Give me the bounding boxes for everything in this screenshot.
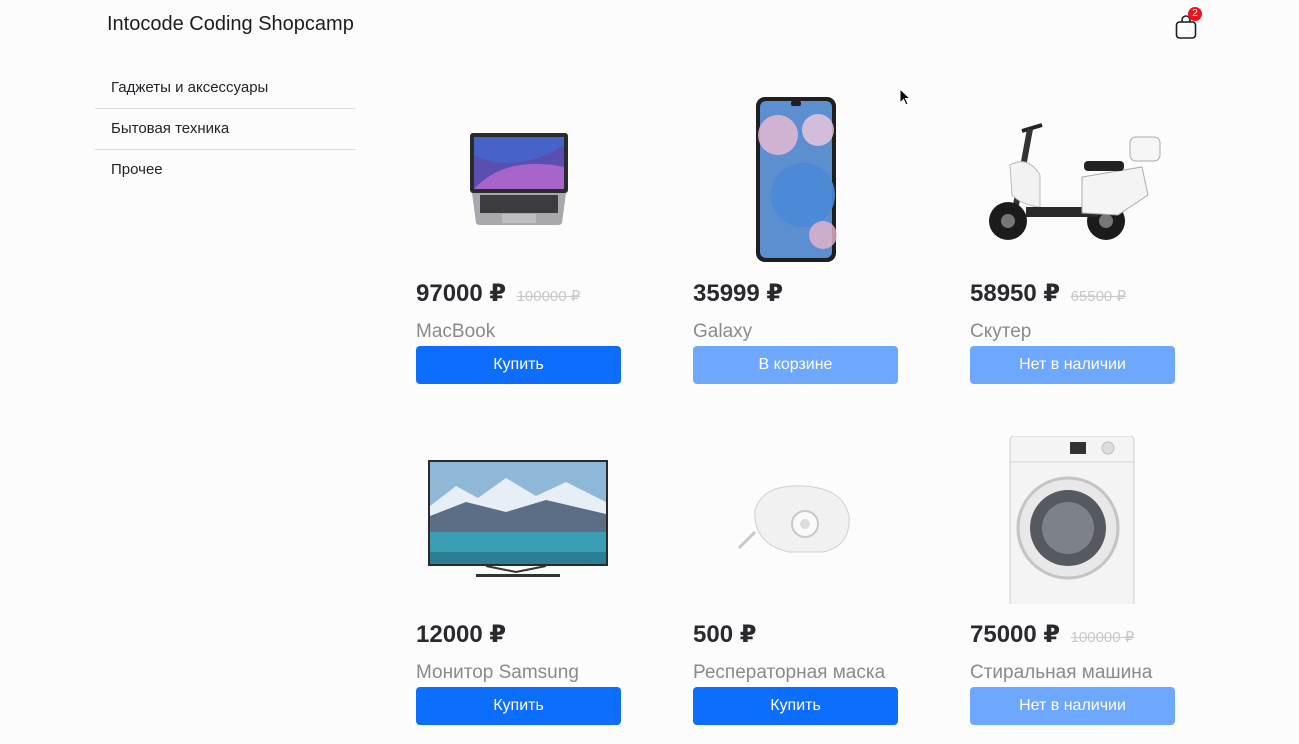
- product-price: 58950 ₽: [970, 280, 1061, 307]
- product-name: Скутер: [970, 321, 1032, 342]
- buy-button[interactable]: Купить: [416, 687, 621, 725]
- product-price: 500 ₽: [693, 621, 757, 648]
- category-sidebar: Гаджеты и аксессуары Бытовая техника Про…: [95, 68, 356, 190]
- mask-image: [693, 436, 898, 604]
- mouse-pointer-icon: [899, 88, 912, 106]
- product-price: 75000 ₽: [970, 621, 1061, 648]
- product-name: MacBook: [416, 321, 496, 342]
- brand-title[interactable]: Intocode Coding Shopcamp: [107, 13, 354, 36]
- buy-button[interactable]: Купить: [693, 687, 898, 725]
- washing-machine-image: [970, 435, 1175, 607]
- product-price: 12000 ₽: [416, 621, 507, 648]
- category-gadgets[interactable]: Гаджеты и аксессуары: [95, 68, 356, 109]
- out-of-stock-button[interactable]: Нет в наличии: [970, 346, 1175, 384]
- product-name: Монитор Samsung: [416, 662, 579, 683]
- product-old-price: 65500 ₽: [1070, 288, 1126, 305]
- cart-button[interactable]: 2: [1174, 7, 1202, 40]
- product-old-price: 100000 ₽: [1070, 629, 1135, 646]
- buy-button[interactable]: Купить: [416, 346, 621, 384]
- product-price: 97000 ₽: [416, 280, 507, 307]
- category-appliances[interactable]: Бытовая техника: [95, 109, 356, 150]
- galaxy-phone-image: [693, 95, 898, 263]
- tv-monitor-image: [416, 436, 621, 604]
- product-name: Galaxy: [693, 321, 753, 342]
- cart-count-badge: 2: [1188, 7, 1202, 21]
- out-of-stock-button[interactable]: Нет в наличии: [970, 687, 1175, 725]
- macbook-image: [416, 95, 621, 263]
- product-name: Респераторная маска: [693, 662, 886, 683]
- product-name: Стиральная машина: [970, 662, 1153, 683]
- product-price: 35999 ₽: [693, 280, 784, 307]
- category-other[interactable]: Прочее: [95, 150, 356, 190]
- product-old-price: 100000 ₽: [516, 288, 581, 305]
- scooter-image: [970, 95, 1175, 263]
- in-cart-button[interactable]: В корзине: [693, 346, 898, 384]
